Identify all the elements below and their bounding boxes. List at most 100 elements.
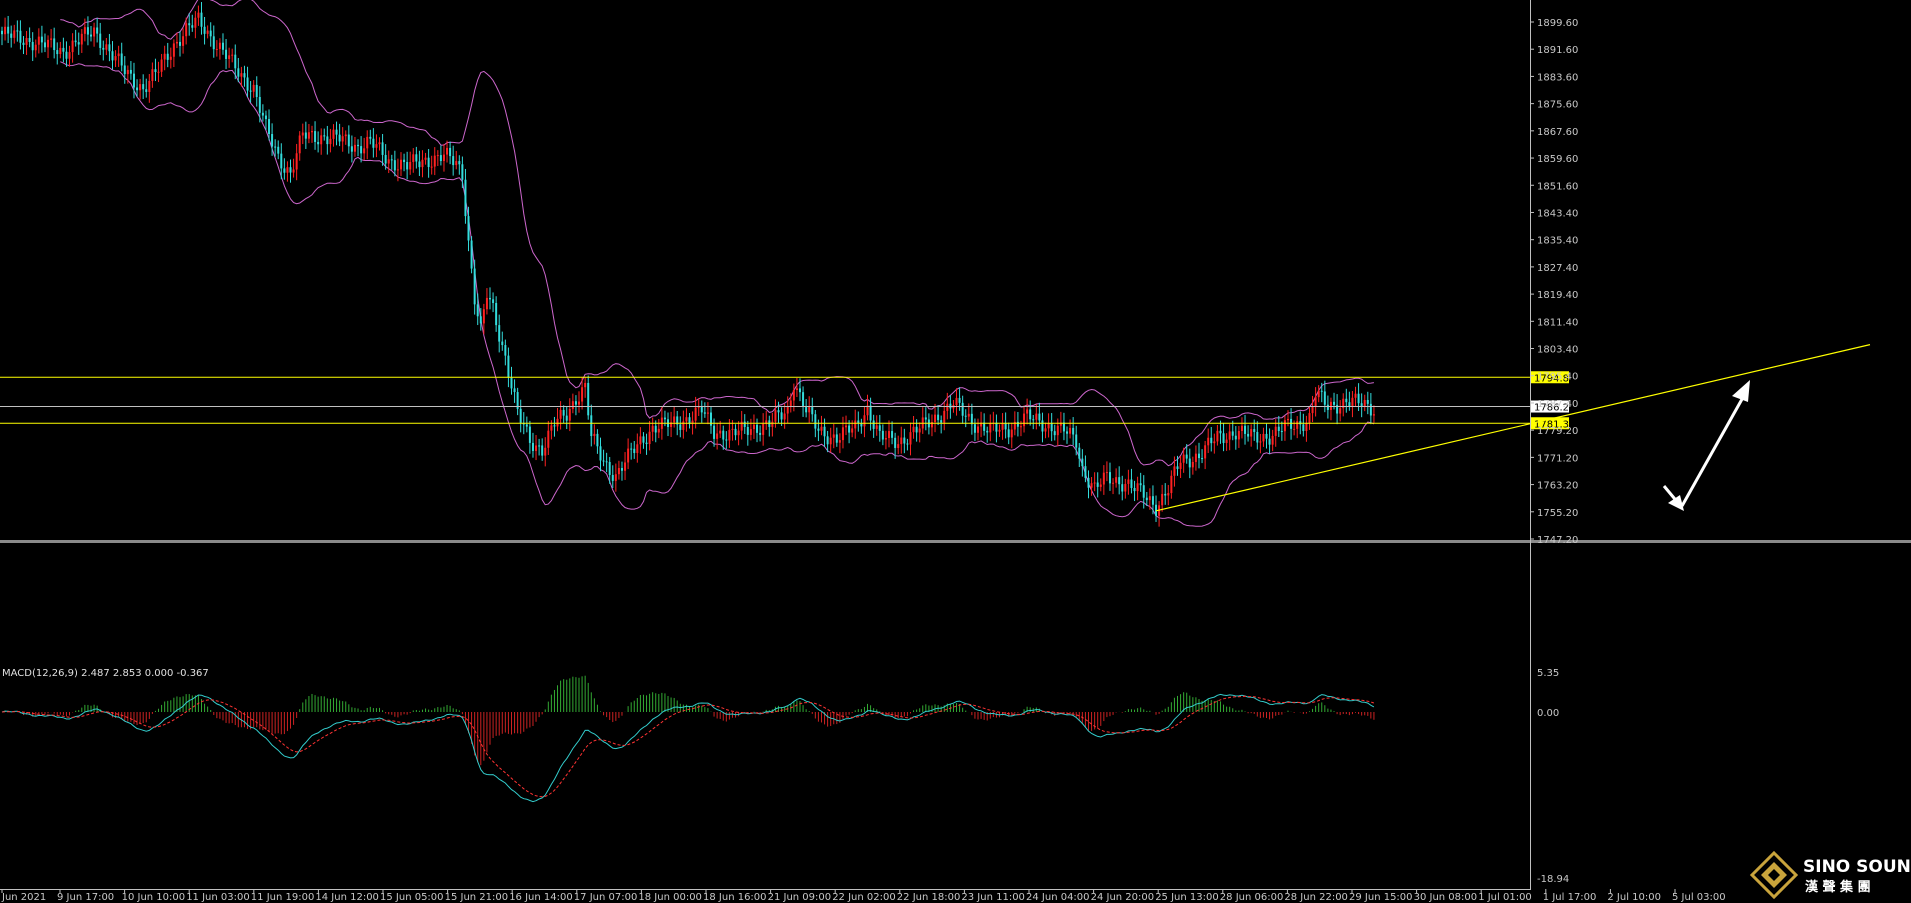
candle-body bbox=[1240, 425, 1243, 431]
candle-body bbox=[160, 59, 163, 72]
candle-body bbox=[200, 12, 203, 27]
candle-body bbox=[473, 268, 476, 305]
y-tick-label: 1867.60 bbox=[1537, 127, 1578, 138]
y-tick-label: 1835.40 bbox=[1537, 236, 1578, 247]
x-tick-label: 22 Jun 02:00 bbox=[832, 892, 896, 903]
candle-body bbox=[1296, 421, 1299, 429]
y-tick-label: 1827.40 bbox=[1537, 263, 1578, 274]
candle-body bbox=[510, 377, 513, 389]
candle-body bbox=[961, 402, 964, 416]
x-tick-label: 28 Jun 22:00 bbox=[1284, 892, 1348, 903]
candle-body bbox=[117, 53, 120, 57]
candle-body bbox=[578, 401, 581, 405]
candle-body bbox=[255, 84, 258, 97]
candle-body bbox=[1326, 404, 1329, 410]
candle-body bbox=[897, 444, 900, 448]
candle-body bbox=[476, 304, 479, 317]
candle-body bbox=[1314, 397, 1317, 407]
candle-body bbox=[706, 412, 709, 414]
candle-body bbox=[1078, 447, 1081, 459]
candle-body bbox=[1333, 401, 1336, 405]
candle-body bbox=[50, 38, 53, 40]
candle-body bbox=[1268, 438, 1271, 445]
candle-body bbox=[317, 141, 320, 145]
candle-body bbox=[59, 47, 62, 55]
candle-body bbox=[654, 425, 657, 433]
candle-body bbox=[875, 425, 878, 429]
candle-body bbox=[268, 119, 271, 135]
candle-body bbox=[366, 136, 369, 149]
candle-body bbox=[1213, 441, 1216, 444]
candle-body bbox=[1096, 482, 1099, 487]
candle-body bbox=[1188, 458, 1191, 468]
candle-body bbox=[1127, 479, 1130, 484]
macd-tick-label: -18.94 bbox=[1537, 874, 1569, 885]
candle-body bbox=[881, 430, 884, 440]
candle-body bbox=[347, 134, 350, 147]
candle-body bbox=[967, 413, 970, 417]
candle-body bbox=[197, 12, 200, 18]
candle-body bbox=[989, 423, 992, 433]
candle-body bbox=[1001, 422, 1004, 430]
candle-body bbox=[725, 439, 728, 441]
candle-body bbox=[332, 129, 335, 139]
candle-body bbox=[829, 437, 832, 445]
candle-body bbox=[716, 433, 719, 439]
candle-body bbox=[845, 425, 848, 428]
candle-body bbox=[1250, 429, 1253, 437]
candle-body bbox=[344, 134, 347, 137]
candle-body bbox=[1191, 461, 1194, 468]
candle-body bbox=[37, 36, 40, 45]
candle-body bbox=[507, 355, 510, 378]
candle-body bbox=[593, 433, 596, 437]
candle-body bbox=[528, 426, 531, 443]
candle-body bbox=[1099, 484, 1102, 487]
candle-body bbox=[786, 406, 789, 414]
candle-body bbox=[126, 69, 129, 75]
x-tick-label: 15 Jun 05:00 bbox=[380, 892, 444, 903]
candle-body bbox=[102, 47, 105, 50]
candle-body bbox=[1354, 393, 1357, 398]
candle-body bbox=[955, 397, 958, 406]
candle-body bbox=[679, 424, 682, 430]
candle-body bbox=[492, 299, 495, 303]
candle-body bbox=[378, 142, 381, 145]
candle-body bbox=[274, 146, 277, 148]
candle-body bbox=[298, 135, 301, 154]
candle-body bbox=[482, 309, 485, 324]
y-tick-label: 1763.20 bbox=[1537, 481, 1578, 492]
candle-body bbox=[1041, 420, 1044, 432]
candle-body bbox=[194, 17, 197, 28]
candle-body bbox=[452, 156, 455, 166]
candle-body bbox=[185, 23, 188, 37]
candle-body bbox=[360, 146, 363, 154]
candle-body bbox=[771, 421, 774, 427]
candle-body bbox=[1244, 425, 1247, 434]
candle-body bbox=[685, 417, 688, 422]
candle-body bbox=[903, 437, 906, 444]
candle-body bbox=[894, 437, 897, 448]
candle-body bbox=[832, 434, 835, 438]
candle-body bbox=[633, 448, 636, 454]
candle-body bbox=[1194, 453, 1197, 462]
candle-body bbox=[887, 431, 890, 438]
candle-body bbox=[427, 157, 430, 168]
candle-body bbox=[737, 430, 740, 436]
candle-body bbox=[83, 27, 86, 34]
candle-body bbox=[74, 40, 77, 43]
price-chart[interactable]: 1794.881786.251781.32 1899.601891.601883… bbox=[0, 0, 1911, 903]
candle-body bbox=[203, 26, 206, 34]
candle-body bbox=[353, 144, 356, 152]
candle-body bbox=[973, 424, 976, 433]
candle-body bbox=[1118, 477, 1121, 485]
candle-body bbox=[295, 153, 298, 170]
candle-body bbox=[657, 428, 660, 433]
candle-body bbox=[648, 431, 651, 445]
candle-body bbox=[461, 164, 464, 180]
x-tick-label: 1 Jul 17:00 bbox=[1543, 892, 1597, 903]
candle-body bbox=[878, 425, 881, 431]
candle-body bbox=[924, 417, 927, 420]
candle-body bbox=[627, 448, 630, 463]
candle-body bbox=[105, 44, 108, 50]
candle-body bbox=[998, 429, 1001, 432]
